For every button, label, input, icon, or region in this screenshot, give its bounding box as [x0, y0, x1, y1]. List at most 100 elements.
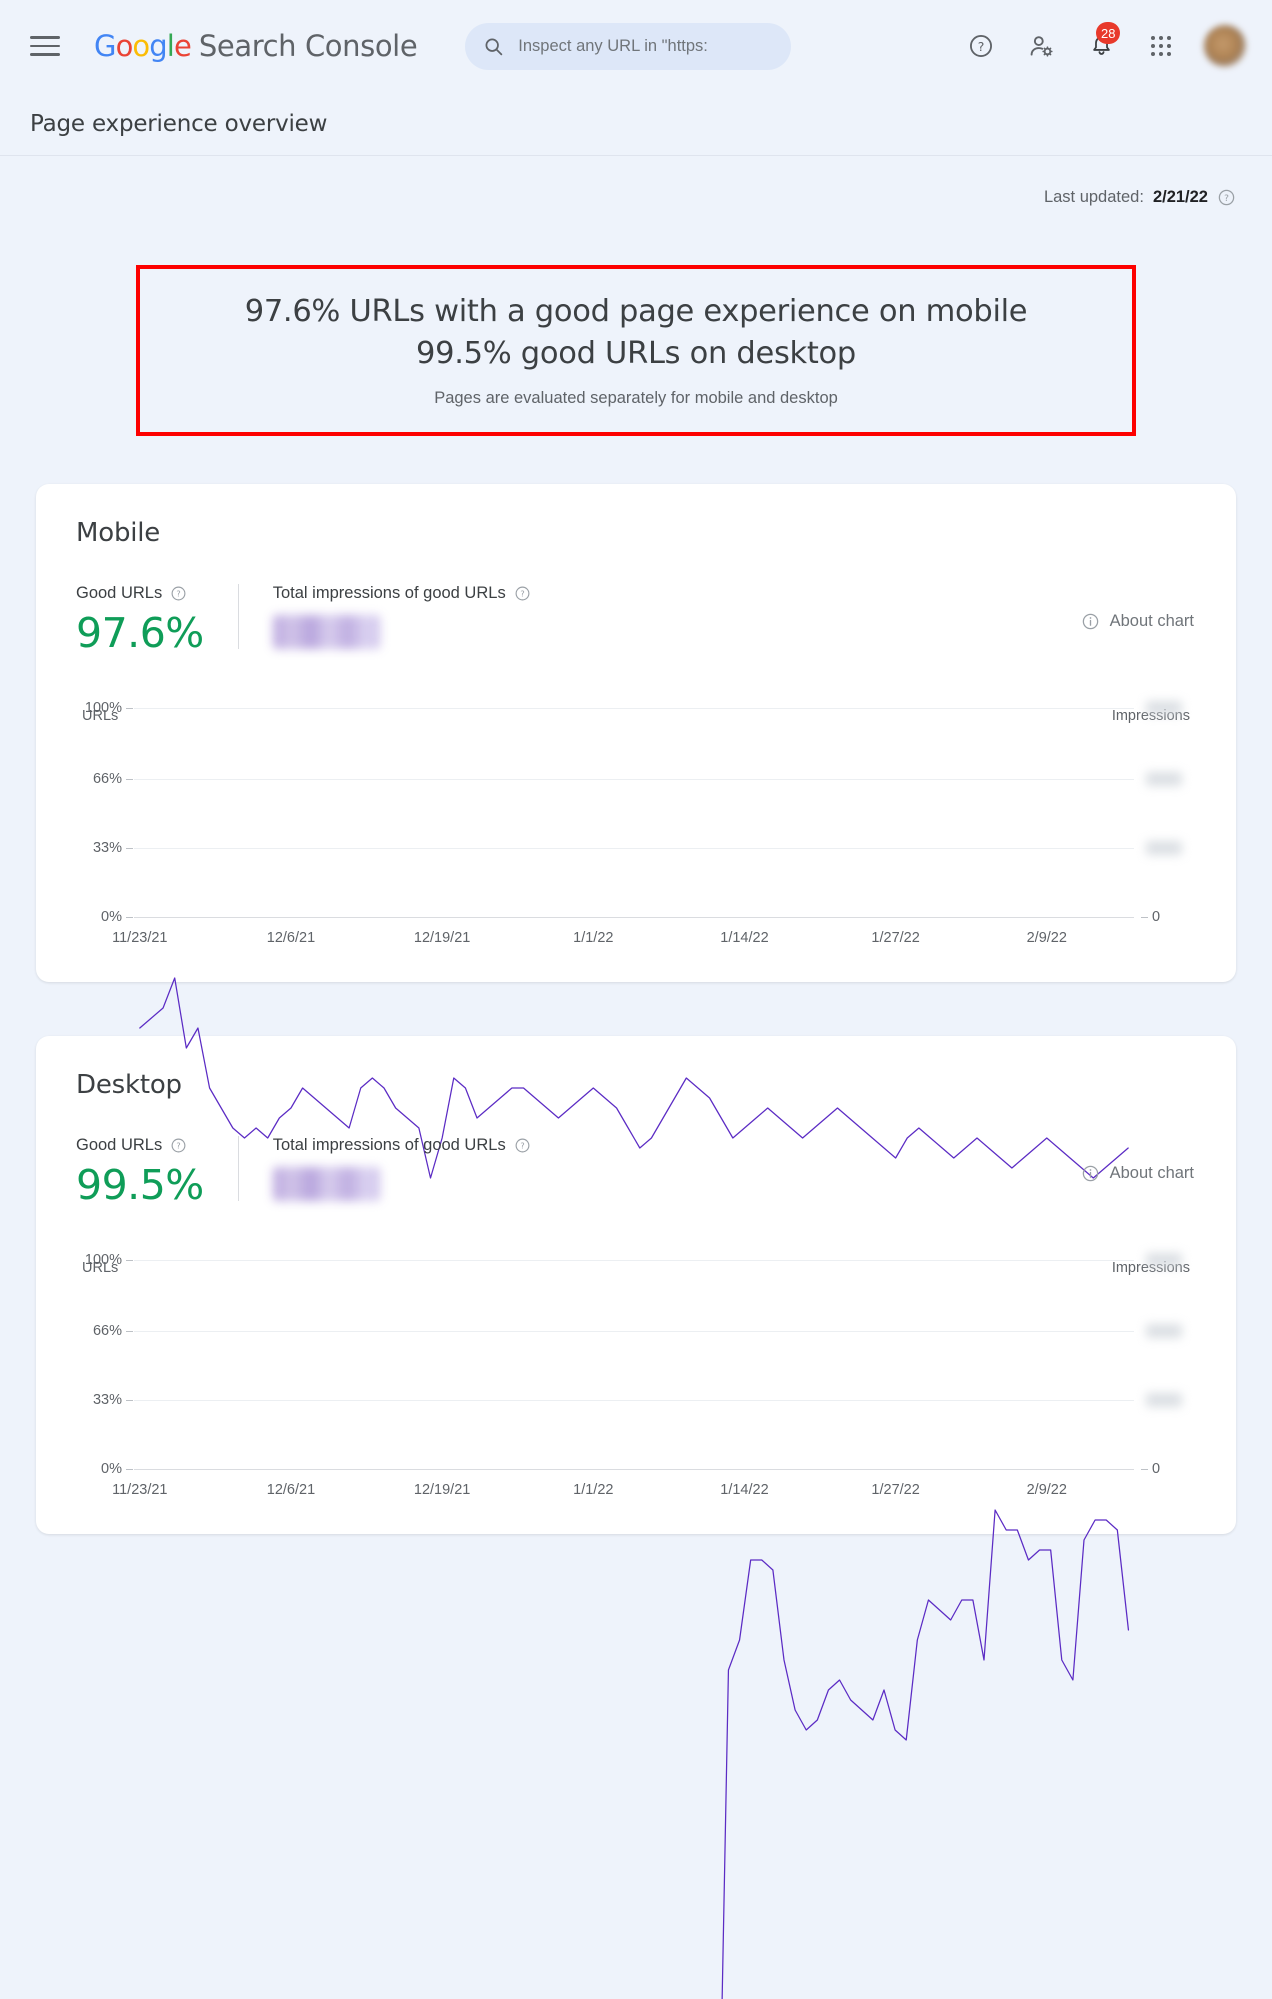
page-header: Page experience overview — [0, 92, 1272, 156]
desktop-about-chart-label: About chart — [1109, 1164, 1194, 1183]
help-circle-icon[interactable]: ? — [514, 585, 531, 602]
x-axis-tick: 1/1/22 — [573, 930, 614, 947]
y2-axis-tick-redacted — [1146, 1393, 1182, 1408]
y-axis-tick: 0% — [101, 1461, 133, 1478]
svg-text:?: ? — [1224, 194, 1229, 204]
svg-text:?: ? — [177, 589, 181, 599]
x-axis-tick: 12/6/21 — [266, 930, 316, 947]
info-icon — [1082, 1165, 1098, 1182]
help-circle-icon[interactable]: ? — [514, 1137, 531, 1154]
y-axis-tick: 66% — [92, 771, 134, 788]
y2-axis-tick-redacted — [1146, 701, 1182, 716]
desktop-good-urls-metric: Good URLs ? 99.5% — [76, 1136, 238, 1209]
help-circle-icon[interactable]: ? — [170, 585, 187, 602]
callout-line-1: 97.6% URLs with a good page experience o… — [244, 294, 1028, 329]
mobile-plot-area: 0% 0 33% 66% 100% — [85, 700, 1182, 918]
url-inspection-search[interactable] — [465, 22, 792, 70]
x-axis-tick: 1/14/22 — [720, 1482, 769, 1499]
y2-axis-tick: 0 — [1140, 1461, 1161, 1478]
mobile-good-urls-label-row: Good URLs ? — [76, 584, 204, 603]
mobile-good-urls-value: 97.6% — [76, 609, 204, 658]
last-updated-value: 2/21/22 — [1152, 188, 1208, 206]
mobile-impressions-metric: Total impressions of good URLs ? — [237, 584, 565, 650]
y-axis-tick: 66% — [92, 1323, 134, 1340]
page-title: Page experience overview — [30, 110, 328, 137]
x-axis-tick: 12/6/21 — [266, 1482, 316, 1499]
account-settings-button[interactable] — [1024, 29, 1058, 63]
summary-callout: 97.6% URLs with a good page experience o… — [136, 265, 1136, 437]
mobile-about-chart-label: About chart — [1109, 612, 1194, 631]
y2-axis-tick-redacted — [1146, 841, 1182, 856]
y-axis-tick: 0% — [101, 909, 133, 926]
y2-axis-tick-redacted — [1146, 1324, 1182, 1339]
brand-logo[interactable]: Google Search Console — [94, 29, 418, 63]
mobile-good-urls-metric: Good URLs ? 97.6% — [76, 584, 238, 657]
search-input[interactable] — [518, 36, 774, 56]
desktop-impressions-label-row: Total impressions of good URLs ? — [273, 1136, 531, 1155]
mobile-good-urls-label: Good URLs — [76, 584, 163, 603]
mobile-card-title: Mobile — [76, 518, 161, 549]
svg-text:?: ? — [520, 1141, 524, 1151]
y2-axis-tick-redacted — [1146, 1253, 1182, 1268]
avatar[interactable] — [1204, 25, 1246, 67]
mobile-about-chart-link[interactable]: About chart — [1081, 612, 1194, 631]
help-button[interactable]: ? — [964, 29, 998, 63]
top-app-bar: Google Search Console ? — [0, 0, 1272, 92]
mobile-impressions-label: Total impressions of good URLs — [272, 584, 506, 603]
desktop-chart: URLs Impressions 0% 0 33% 66% 100% 11/23/21 1… — [76, 1252, 1196, 1504]
person-settings-icon — [1030, 35, 1053, 57]
x-axis-tick: 12/19/21 — [413, 930, 471, 947]
y2-axis-tick: 0 — [1140, 909, 1161, 926]
x-axis-tick: 2/9/22 — [1026, 1482, 1067, 1499]
x-axis-tick: 11/23/21 — [112, 1482, 168, 1499]
info-icon — [1082, 613, 1098, 630]
desktop-about-chart-link[interactable]: About chart — [1081, 1164, 1194, 1183]
google-apps-button[interactable] — [1144, 29, 1178, 63]
mobile-chart: URLs Impressions 0% 0 33% 66% 100% 11/23/21 1… — [76, 700, 1196, 952]
desktop-good-urls-label: Good URLs — [76, 1136, 163, 1155]
mobile-x-axis: 11/23/21 12/6/21 12/19/21 1/1/22 1/14/22 1/27… — [112, 918, 1134, 952]
y-axis-tick: 33% — [92, 840, 134, 857]
callout-heading: 97.6% URLs with a good page experience o… — [160, 291, 1112, 375]
x-axis-tick: 11/23/21 — [112, 930, 168, 947]
top-bar-actions: ? 28 — [964, 22, 1250, 67]
mobile-impressions-label-row: Total impressions of good URLs ? — [273, 584, 531, 603]
desktop-x-axis: 11/23/21 12/6/21 12/19/21 1/1/22 1/14/22 1/27… — [112, 1470, 1134, 1504]
google-logo: Google — [94, 29, 192, 63]
product-name: Search Console — [198, 29, 418, 63]
y-axis-tick: 100% — [84, 700, 134, 717]
desktop-impressions-value-redacted — [272, 1167, 380, 1202]
apps-grid-icon — [1151, 36, 1171, 56]
desktop-impressions-metric: Total impressions of good URLs ? — [237, 1136, 565, 1202]
svg-text:?: ? — [978, 39, 985, 54]
notifications-button[interactable]: 28 — [1084, 22, 1121, 63]
desktop-impressions-label: Total impressions of good URLs — [272, 1136, 506, 1155]
last-updated-label: Last updated: — [1043, 188, 1144, 206]
mobile-metrics: Good URLs ? 97.6% Total impressions of g… — [76, 584, 1196, 662]
help-circle-icon[interactable]: ? — [170, 1137, 187, 1154]
x-axis-tick: 2/9/22 — [1026, 930, 1067, 947]
y2-axis-tick-redacted — [1146, 772, 1182, 787]
search-icon — [485, 38, 503, 55]
mobile-impressions-value-redacted — [272, 615, 380, 650]
y-axis-tick: 100% — [84, 1252, 134, 1269]
y-axis-tick: 33% — [92, 1392, 134, 1409]
svg-text:?: ? — [520, 589, 524, 599]
desktop-good-urls-value: 99.5% — [76, 1161, 204, 1210]
svg-text:?: ? — [177, 1141, 181, 1151]
x-axis-tick: 1/27/22 — [871, 930, 920, 947]
menu-icon[interactable] — [30, 29, 64, 63]
desktop-plot-area: 0% 0 33% 66% 100% — [85, 1252, 1182, 1470]
help-circle-icon[interactable]: ? — [1217, 188, 1236, 207]
desktop-good-urls-label-row: Good URLs ? — [76, 1136, 204, 1155]
line-series — [134, 1260, 1134, 1999]
desktop-metrics: Good URLs ? 99.5% Total impressions of g… — [76, 1136, 1196, 1214]
callout-subtitle: Pages are evaluated separately for mobil… — [434, 389, 838, 408]
help-icon: ? — [970, 35, 992, 57]
callout-line-2: 99.5% good URLs on desktop — [416, 336, 856, 372]
x-axis-tick: 12/19/21 — [413, 1482, 471, 1499]
last-updated-row: Last updated: 2/21/22 ? — [0, 156, 1272, 207]
x-axis-tick: 1/14/22 — [720, 930, 769, 947]
mobile-card: Mobile Good URLs ? 97.6% Total impressio… — [36, 484, 1236, 982]
x-axis-tick: 1/27/22 — [871, 1482, 920, 1499]
